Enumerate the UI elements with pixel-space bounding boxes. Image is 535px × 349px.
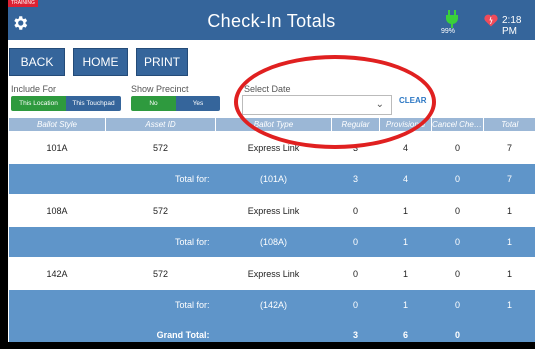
- cell-total: 7: [506, 142, 512, 153]
- subtotal-spacer: [8, 290, 106, 320]
- include-for-label: Include For: [11, 84, 57, 94]
- subtotal-label: Total for:: [105, 227, 216, 257]
- subtotal-cancel: 0: [431, 227, 484, 257]
- plug-icon: [446, 10, 458, 28]
- cell-ballot-type: Express Link: [247, 268, 300, 279]
- cell-ballot-style: 142A: [46, 268, 68, 279]
- cell-total: 1: [506, 205, 512, 216]
- cell-ballot-style: 101A: [46, 142, 68, 153]
- subtotal-regular: 0: [331, 290, 380, 320]
- clock: 2:18 PM: [502, 15, 522, 37]
- cell-asset-id: 572: [152, 142, 169, 153]
- title-bar: TRAINING Check-In Totals 99% 2:18 PM: [8, 0, 535, 40]
- cell-ballot-type: Express Link: [247, 205, 300, 216]
- precinct-no[interactable]: No: [131, 96, 176, 111]
- subtotal-regular: 0: [331, 227, 380, 257]
- subtotal-style: (101A): [215, 164, 332, 194]
- col-cancel-check-in: Cancel Check-In: [431, 118, 484, 131]
- cell-provisional: 1: [402, 268, 408, 279]
- col-asset-id: Asset ID: [105, 118, 216, 131]
- subtotal-total: 7: [483, 164, 535, 194]
- back-button[interactable]: BACK: [9, 48, 65, 76]
- grand-total-spacer: [8, 320, 106, 342]
- subtotal-style: (142A): [215, 290, 332, 320]
- col-total: Total: [483, 118, 535, 131]
- battery-level: 99%: [441, 28, 456, 35]
- subtotal-label: Total for:: [105, 290, 216, 320]
- red-circle-annotation: [234, 55, 436, 149]
- subtotal-provisional: 1: [379, 227, 432, 257]
- precinct-yes[interactable]: Yes: [176, 96, 220, 111]
- subtotal-spacer: [8, 164, 106, 194]
- grand-total-row: Grand Total: 3 6 0: [8, 320, 535, 342]
- grand-total-provisional: 6: [379, 320, 432, 342]
- cell-asset-id: 572: [152, 205, 169, 216]
- subtotal-row: Total for: (108A) 0 1 0 1: [8, 227, 535, 257]
- cell-cancel: 0: [454, 142, 460, 153]
- cell-regular: 0: [352, 268, 358, 279]
- col-ballot-style: Ballot Style: [8, 118, 106, 131]
- include-for-toggle: This Location This Touchpad: [11, 96, 121, 111]
- subtotal-provisional: 4: [379, 164, 432, 194]
- training-badge: TRAINING: [8, 0, 38, 7]
- cell-cancel: 0: [454, 205, 460, 216]
- subtotal-regular: 3: [331, 164, 380, 194]
- table-row: 142A 572 Express Link 0 1 0 1: [9, 257, 535, 290]
- grand-total-empty: [215, 320, 332, 342]
- subtotal-row: Total for: (101A) 3 4 0 7: [8, 164, 535, 194]
- cell-total: 1: [506, 268, 512, 279]
- subtotal-style: (108A): [215, 227, 332, 257]
- subtotal-total: 1: [483, 290, 535, 320]
- grand-total-label: Grand Total:: [105, 320, 216, 342]
- show-precinct-toggle: No Yes: [131, 96, 220, 111]
- cell-regular: 0: [352, 205, 358, 216]
- subtotal-provisional: 1: [379, 290, 432, 320]
- app-screen: TRAINING Check-In Totals 99% 2:18 PM BAC…: [8, 0, 535, 342]
- print-button[interactable]: PRINT: [136, 48, 188, 76]
- heart-icon: [484, 14, 498, 27]
- show-precinct-label: Show Precinct: [131, 84, 189, 94]
- subtotal-total: 1: [483, 227, 535, 257]
- include-this-location[interactable]: This Location: [11, 96, 66, 111]
- totals-table: Ballot Style Asset ID Ballot Type Regula…: [8, 118, 535, 342]
- subtotal-cancel: 0: [431, 164, 484, 194]
- subtotal-label: Total for:: [105, 164, 216, 194]
- cell-asset-id: 572: [152, 268, 169, 279]
- table-row: 108A 572 Express Link 0 1 0 1: [9, 194, 535, 227]
- include-this-touchpad[interactable]: This Touchpad: [66, 96, 121, 111]
- grand-total-blank: [483, 320, 535, 342]
- subtotal-spacer: [8, 227, 106, 257]
- grand-total-regular: 3: [331, 320, 380, 342]
- home-button[interactable]: HOME: [73, 48, 128, 76]
- cell-cancel: 0: [454, 268, 460, 279]
- subtotal-cancel: 0: [431, 290, 484, 320]
- cell-ballot-style: 108A: [46, 205, 68, 216]
- subtotal-row: Total for: (142A) 0 1 0 1: [8, 290, 535, 320]
- grand-total-cancel: 0: [431, 320, 484, 342]
- cell-provisional: 1: [402, 205, 408, 216]
